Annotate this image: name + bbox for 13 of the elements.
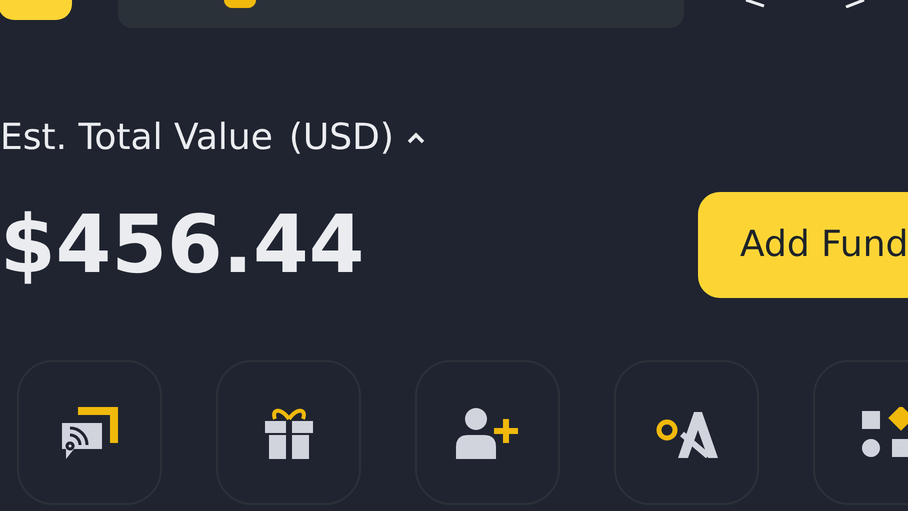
apps-icon	[860, 406, 908, 458]
tool-tile[interactable]	[614, 360, 759, 505]
currency-toggle[interactable]: (USD)	[288, 120, 426, 156]
broadcast-tile[interactable]	[17, 360, 162, 505]
add-user-tile[interactable]	[415, 360, 560, 505]
total-value-label: Est. Total Value	[0, 120, 273, 156]
balance-amount: $456.44	[0, 205, 364, 285]
gift-tile[interactable]	[216, 360, 361, 505]
broadcast-icon	[60, 404, 120, 460]
logo-icon[interactable]	[0, 0, 72, 20]
coin-icon	[224, 0, 256, 8]
add-user-icon	[456, 406, 520, 458]
add-fund-button[interactable]: Add Fund	[698, 192, 908, 298]
